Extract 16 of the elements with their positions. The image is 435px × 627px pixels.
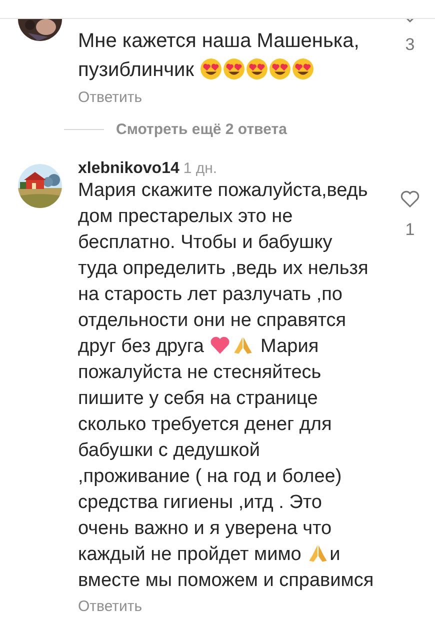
timestamp: 1 дн. [183,160,218,177]
heart-icon[interactable] [400,190,420,208]
heart-eyes-emoji-icon [292,58,314,80]
heart-emoji-icon [209,334,232,356]
heart-eyes-emoji-icon [246,58,268,80]
like-count: 1 [405,220,415,240]
reply-link[interactable]: Ответить [78,89,142,106]
like-count: 3 [405,35,415,55]
username[interactable]: xlebnikovo14 [78,160,180,178]
comment-text: Мне кажется наша Машенька, пузиблинчик [78,29,360,83]
reply-link[interactable]: Ответить [78,598,142,615]
comment-text: Мария скажите пожалуйста,ведь дом престарелых это не бесплатно. Чтобы и бабушку туда определить ,ведь их нельзя на старость лет разлучать ,по отдельности они не справятся друг без друга Мария пожалуйста не стесняйтесь пишите у себя на странице сколько требуется денег для бабушки с дедушкой ,проживание ( на год и более) средства гигиены ,итд . Это очень важно и я уверена что каждый не пройдет мимо и вместе мы поможем и справимся [78,179,374,593]
view-more-replies-link[interactable]: Смотреть ещё 2 ответа [116,121,287,138]
heart-eyes-emoji-icon [222,58,245,80]
heart-eyes-emoji-icon [268,58,291,80]
heart-eyes-emoji-icon [200,58,222,80]
